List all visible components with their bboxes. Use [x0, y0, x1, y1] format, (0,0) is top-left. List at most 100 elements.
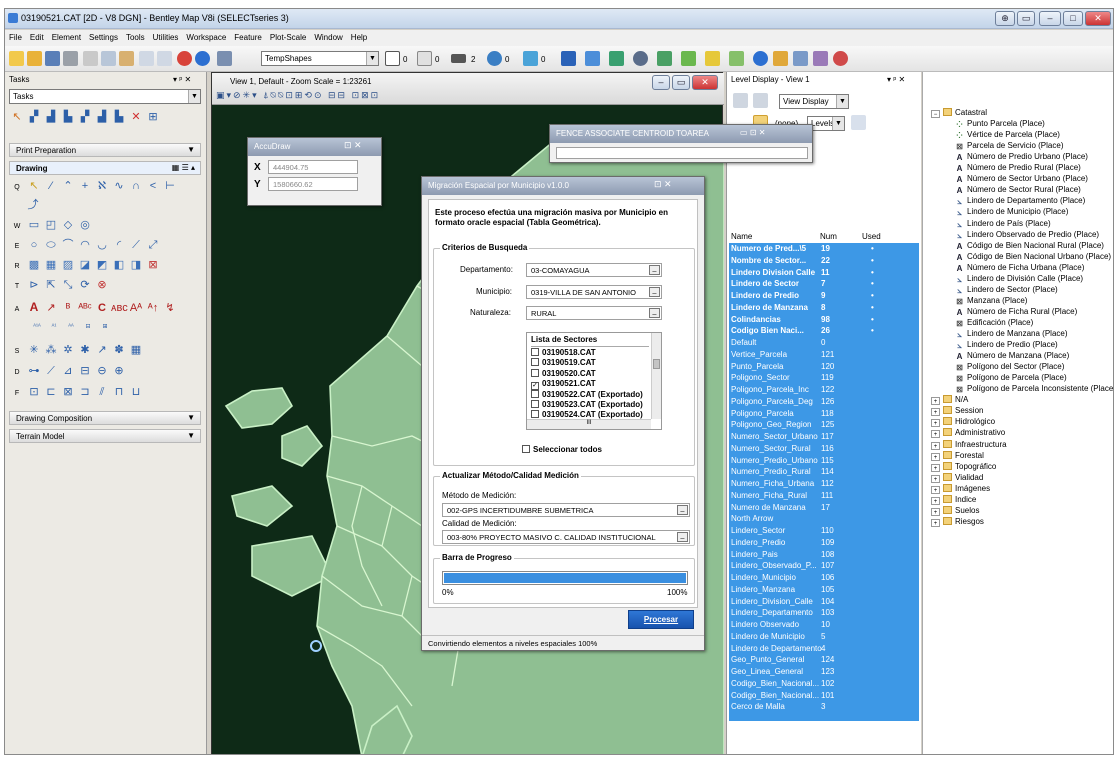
dimension-linear-icon[interactable]: ⊶: [26, 363, 42, 379]
dimension-radial-icon[interactable]: ⊖: [94, 363, 110, 379]
chain-icon[interactable]: ⫽: [94, 384, 110, 400]
level-row[interactable]: Lindero Division Calle 11 •: [729, 268, 919, 280]
level-row[interactable]: Vertice_Parcela 121: [729, 350, 919, 362]
tree-item-feature[interactable]: ⊠ Polígono de Parcela Inconsistente (Plac…: [955, 384, 1113, 395]
tree-folder[interactable]: + Vialidad: [931, 472, 983, 484]
tasks-pin-close[interactable]: ▾ ᵖ ✕: [173, 75, 191, 84]
view-display-combo[interactable]: View Display ▼: [779, 94, 849, 109]
menu-edit[interactable]: Edit: [26, 30, 48, 42]
text-a3-icon[interactable]: ᴬᴬ: [63, 319, 79, 335]
tree-item-feature[interactable]: A Número de Ficha Urbana (Place): [955, 263, 1085, 274]
new-file-icon[interactable]: [9, 51, 24, 66]
tree-folder[interactable]: + Imágenes: [931, 483, 990, 495]
sector-checkbox[interactable]: [531, 389, 539, 398]
sectores-vscroll-thumb[interactable]: [653, 359, 660, 369]
sector-item[interactable]: 03190523.CAT (Exportado): [531, 400, 643, 409]
feature-icon[interactable]: [681, 51, 696, 66]
menu-tools[interactable]: Tools: [122, 30, 149, 42]
cell-matrix-icon[interactable]: ↗: [94, 342, 110, 358]
level-filter-icon[interactable]: [733, 93, 748, 108]
departamento-field[interactable]: 03-COMAYAGUA _: [526, 263, 662, 277]
metodo-field[interactable]: 002-GPS INCERTIDUMBRE SUBMETRICA _: [442, 503, 690, 517]
text-abc-icon[interactable]: ⊟: [80, 319, 96, 335]
tree-expand-icon[interactable]: +: [931, 485, 940, 494]
arc-angle-icon[interactable]: ⟋: [128, 237, 144, 253]
menu-feature[interactable]: Feature: [230, 30, 266, 42]
restore-caption-button[interactable]: ▭: [1017, 11, 1035, 26]
tree-item-feature[interactable]: A Número de Sector Rural (Place): [955, 185, 1081, 196]
print-icon[interactable]: [63, 51, 78, 66]
tree-folder[interactable]: + Session: [931, 406, 983, 417]
scale-element-icon[interactable]: ⤡: [60, 277, 76, 293]
place-stream-icon[interactable]: ℵ: [94, 178, 110, 194]
sector-item[interactable]: 03190522.CAT (Exportado): [531, 389, 643, 399]
level-row[interactable]: Numero_Ficha_Rural 111: [729, 491, 919, 503]
tree-item-feature[interactable]: A Número de Manzana (Place): [955, 351, 1070, 362]
minimize-button[interactable]: –: [1039, 11, 1061, 26]
tree-item-feature[interactable]: ⊠ Edificación (Place): [955, 318, 1033, 329]
tree-item-feature[interactable]: ⦣ Lindero de Manzana (Place): [955, 329, 1067, 340]
level-row[interactable]: Lindero Observado 10: [729, 620, 919, 632]
tree-expand-icon[interactable]: +: [931, 474, 940, 483]
procesar-button[interactable]: Procesar: [628, 610, 694, 629]
place-tool-icon-2[interactable]: ▟: [43, 109, 59, 125]
region-icon[interactable]: ⊔: [128, 384, 144, 400]
help-caption-button[interactable]: ⊕: [995, 11, 1015, 26]
line-style-icon[interactable]: [417, 51, 432, 66]
level-row[interactable]: Codigo_Bien_Nacional... 102: [729, 679, 919, 691]
tree-expand-icon[interactable]: +: [931, 441, 940, 450]
select-tool-icon[interactable]: ↖: [9, 109, 25, 125]
edit-text-icon[interactable]: ᴬᴮᶜ: [77, 300, 93, 316]
tree-item-feature[interactable]: ⦣ Lindero de Municipio (Place): [955, 207, 1068, 218]
place-angle-icon[interactable]: <: [145, 178, 161, 194]
tree-folder[interactable]: + Forestal: [931, 450, 984, 462]
place-block-icon[interactable]: ▭: [26, 217, 42, 233]
level-row[interactable]: Cerco de Malla 3: [729, 702, 919, 714]
cut-icon[interactable]: [83, 51, 98, 66]
rotate-element-icon[interactable]: ⟳: [77, 277, 93, 293]
tree-root-catastral[interactable]: − Catastral: [931, 108, 987, 119]
ungroup-icon[interactable]: ⊏: [43, 384, 59, 400]
tree-expand-icon[interactable]: +: [931, 419, 940, 428]
level-manager-icon[interactable]: [217, 51, 232, 66]
move-element-icon[interactable]: ⇱: [43, 277, 59, 293]
drop-element-icon[interactable]: ⊠: [60, 384, 76, 400]
text-size-icon[interactable]: Aᴬ: [128, 300, 144, 316]
maximize-button[interactable]: □: [1063, 11, 1083, 26]
level-row[interactable]: Lindero_Sector 110: [729, 526, 919, 538]
tree-item-feature[interactable]: A Código de Bien Nacional Urbano (Place): [955, 252, 1111, 263]
text-along-icon[interactable]: ↗: [43, 300, 59, 316]
place-smartline-icon[interactable]: ⁄: [43, 178, 59, 194]
menu-workspace[interactable]: Workspace: [182, 30, 230, 42]
sectores-hscroll[interactable]: III: [527, 419, 651, 429]
level-row[interactable]: Lindero_Pais 108: [729, 550, 919, 562]
tree-folder[interactable]: + Administrativo: [931, 428, 1005, 439]
globe-icon[interactable]: [177, 51, 192, 66]
text-node-icon[interactable]: ᴮ: [60, 300, 76, 316]
cell-replace-icon[interactable]: ✲: [60, 342, 76, 358]
tree-folder[interactable]: + Indice: [931, 494, 976, 506]
migracion-window-buttons[interactable]: ⊡ ✕: [654, 179, 672, 190]
linear-pattern-icon[interactable]: ◪: [77, 257, 93, 273]
col-used[interactable]: Used: [862, 232, 881, 241]
dimension-ordinate-icon[interactable]: ⊟: [77, 363, 93, 379]
menu-plot-scale[interactable]: Plot-Scale: [266, 30, 310, 42]
tree-item-feature[interactable]: ⊠ Polígono del Sector (Place): [955, 362, 1064, 373]
complex-shape-icon[interactable]: ⊓: [111, 384, 127, 400]
tree-expand-icon[interactable]: +: [931, 408, 940, 417]
place-circle-icon[interactable]: ○: [26, 237, 42, 253]
hatch-area-icon[interactable]: ▩: [26, 257, 42, 273]
menu-window[interactable]: Window: [310, 30, 346, 42]
level-row[interactable]: Numero_Sector_Urbano 117: [729, 432, 919, 444]
accudraw-y-field[interactable]: 1580660.62: [268, 177, 358, 191]
level-row[interactable]: Numero de Pred...\5 19 •: [729, 244, 919, 256]
text-a1-icon[interactable]: ᴬ¹ᴬ: [29, 319, 45, 335]
seleccionar-todos-checkbox[interactable]: [522, 445, 530, 453]
sectores-list[interactable]: Lista de Sectores 03190518.CAT 03190519.C…: [526, 332, 662, 430]
measure-tool-icon[interactable]: ⊞: [145, 109, 161, 125]
level-row[interactable]: North Arrow: [729, 514, 919, 526]
level-row[interactable]: Lindero_Manzana 105: [729, 585, 919, 597]
sector-item[interactable]: ✓ 03190521.CAT: [531, 379, 596, 391]
level-row[interactable]: Numero_Sector_Rural 116: [729, 444, 919, 456]
raster-icon[interactable]: [633, 51, 648, 66]
